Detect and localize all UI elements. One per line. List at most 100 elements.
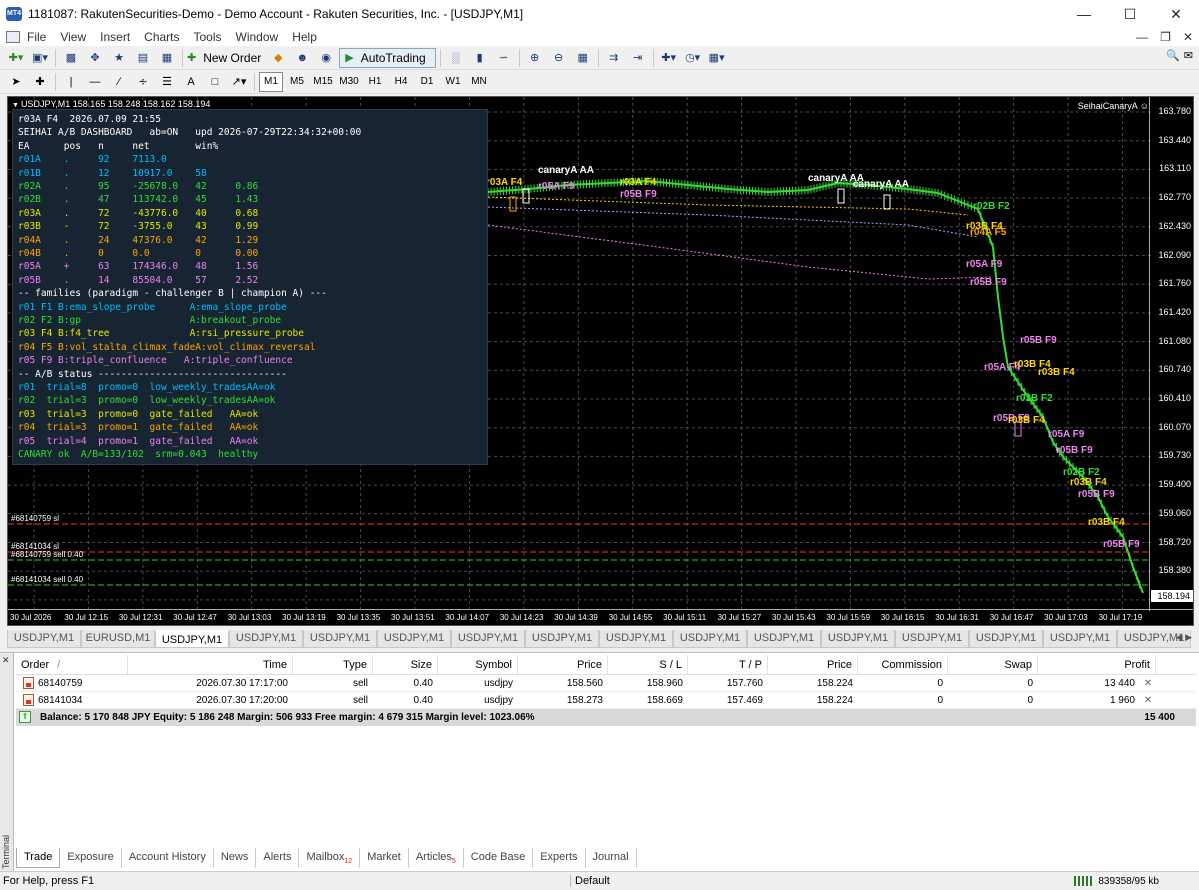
close-button[interactable]: ✕ <box>1153 0 1199 28</box>
column-header[interactable]: S / L <box>608 655 688 674</box>
chart-annotation[interactable]: r03A F4 <box>620 177 656 188</box>
chart-tab[interactable]: USDJPY,M1 <box>7 630 81 648</box>
candlestick-icon[interactable]: ▮ <box>469 48 491 68</box>
close-order-icon[interactable]: ✕ <box>1140 692 1156 708</box>
bar-chart-icon[interactable]: ░ <box>445 48 467 68</box>
new-order-button[interactable]: ✚ New Order <box>187 48 265 68</box>
chart-tab[interactable]: USDJPY,M1 <box>821 630 895 648</box>
chart-annotation[interactable]: r05A F9 <box>1048 429 1084 440</box>
crosshair-icon[interactable]: ✚ <box>29 72 51 92</box>
chart-tab[interactable]: USDJPY,M1 <box>451 630 525 648</box>
chart-tab[interactable]: USDJPY,M1 <box>895 630 969 648</box>
order-line-label[interactable]: #68140759 sl <box>11 514 59 523</box>
chart-tab[interactable]: USDJPY,M1 <box>303 630 377 648</box>
table-row[interactable]: 68141034 2026.07.30 17:20:00 sell 0.40 usdjp… <box>16 692 1196 709</box>
terminal-tab-experts[interactable]: Experts <box>533 848 586 868</box>
periods-icon[interactable]: ◷▾ <box>682 48 704 68</box>
chart-annotation[interactable]: canaryA AA <box>538 165 594 176</box>
data-window-icon[interactable]: ✥ <box>84 48 106 68</box>
timeframe-m15[interactable]: M15 <box>311 72 335 92</box>
profiles-icon[interactable]: ▣▾ <box>29 48 51 68</box>
zoom-in-icon[interactable]: ⊕ <box>524 48 546 68</box>
menu-file[interactable]: File <box>20 30 53 44</box>
label-icon[interactable]: □ <box>204 72 226 92</box>
chart-tab[interactable]: USDJPY,M1 <box>969 630 1043 648</box>
timeframe-m1[interactable]: M1 <box>259 71 283 92</box>
templates-icon[interactable]: ▦▾ <box>706 48 728 68</box>
chart-tab[interactable]: USDJPY,M1 <box>673 630 747 648</box>
chart-annotation[interactable]: r05B F9 <box>1078 489 1115 500</box>
column-header[interactable]: Order / <box>16 655 128 674</box>
navigator-icon[interactable]: ★ <box>108 48 130 68</box>
column-header[interactable]: Size <box>373 655 438 674</box>
menu-charts[interactable]: Charts <box>137 30 186 44</box>
chart-window[interactable]: ▼ USDJPY,M1 158.165 158.248 158.162 158.1… <box>7 96 1194 626</box>
terminal-tab-news[interactable]: News <box>214 848 257 868</box>
column-header[interactable]: Commission <box>858 655 948 674</box>
metaeditor-icon[interactable]: ◆ <box>267 48 289 68</box>
column-header[interactable]: Time <box>128 655 293 674</box>
chart-annotation[interactable]: r05B F9 <box>620 189 657 200</box>
terminal-tab-journal[interactable]: Journal <box>586 848 637 868</box>
chat-icon[interactable]: ✉ <box>1184 49 1193 62</box>
terminal-close-icon[interactable]: ✕ <box>2 655 10 666</box>
chart-shift-icon[interactable]: ⇥ <box>627 48 649 68</box>
timeframe-h4[interactable]: H4 <box>389 72 413 92</box>
balance-row[interactable]: ⇑ Balance: 5 170 848 JPY Equity: 5 186 2… <box>16 709 1196 726</box>
mdi-restore-icon[interactable]: ❐ <box>1160 30 1171 44</box>
terminal-tab-alerts[interactable]: Alerts <box>256 848 300 868</box>
terminal-tab-exposure[interactable]: Exposure <box>60 848 122 868</box>
mdi-minimize-icon[interactable]: — <box>1136 30 1148 44</box>
timeframe-mn[interactable]: MN <box>467 72 491 92</box>
chart-tab[interactable]: USDJPY,M1 <box>1043 630 1117 648</box>
column-header[interactable]: Type <box>293 655 373 674</box>
terminal-tab-market[interactable]: Market <box>360 848 409 868</box>
chart-tab[interactable]: USDJPY,M1 <box>525 630 599 648</box>
column-header[interactable]: Symbol <box>438 655 518 674</box>
arrows-icon[interactable]: ↗▾ <box>228 72 250 92</box>
menu-insert[interactable]: Insert <box>93 30 137 44</box>
timeframe-m30[interactable]: M30 <box>337 72 361 92</box>
timeframe-m5[interactable]: M5 <box>285 72 309 92</box>
chart-annotation[interactable]: r03B F4 <box>1088 517 1125 528</box>
column-header[interactable]: Swap <box>948 655 1038 674</box>
timeframe-w1[interactable]: W1 <box>441 72 465 92</box>
status-profile[interactable]: Default <box>570 875 610 887</box>
line-chart-icon[interactable]: ∽ <box>493 48 515 68</box>
chart-annotation[interactable]: r03B F4 <box>1038 367 1075 378</box>
menu-window[interactable]: Window <box>229 30 286 44</box>
menu-tools[interactable]: Tools <box>187 30 229 44</box>
autotrading-button[interactable]: ▶ AutoTrading <box>339 47 436 68</box>
chart-annotation[interactable]: r05A F9 <box>538 181 574 192</box>
horizontal-line-icon[interactable]: — <box>84 72 106 92</box>
autoscroll-icon[interactable]: ⇉ <box>603 48 625 68</box>
terminal-tab-code-base[interactable]: Code Base <box>464 848 534 868</box>
mdi-close-icon[interactable]: ✕ <box>1183 30 1193 44</box>
chart-annotation[interactable]: r05B F9 <box>1056 445 1093 456</box>
column-header[interactable]: T / P <box>688 655 768 674</box>
chart-annotation[interactable]: r03B F4 <box>1008 415 1045 426</box>
broadcast-icon[interactable]: ◉ <box>315 48 337 68</box>
chart-tab[interactable]: USDJPY,M1 <box>229 630 303 648</box>
tester-icon[interactable]: ▦ <box>156 48 178 68</box>
close-order-icon[interactable]: ✕ <box>1140 675 1156 691</box>
chart-annotation[interactable]: r03A F4 <box>486 177 522 188</box>
trendline-icon[interactable]: ∕ <box>108 72 130 92</box>
vertical-line-icon[interactable]: | <box>60 72 82 92</box>
order-line-label[interactable]: #68141034 sell 0.40 <box>11 575 83 584</box>
chart-annotation[interactable]: r03B F4 <box>1070 477 1107 488</box>
indicators-icon[interactable]: ✚▾ <box>658 48 680 68</box>
search-icon[interactable]: 🔍 <box>1166 49 1180 62</box>
terminal-tab-articles[interactable]: Articles5 <box>409 848 464 868</box>
cursor-icon[interactable]: ➤ <box>5 72 27 92</box>
text-icon[interactable]: A <box>180 72 202 92</box>
signals-icon[interactable]: ☻ <box>291 48 313 68</box>
chart-tab[interactable]: EURUSD,M1 <box>81 630 155 648</box>
column-header[interactable]: Price <box>518 655 608 674</box>
tile-windows-icon[interactable]: ▦ <box>572 48 594 68</box>
chart-annotation[interactable]: r02B F2 <box>1016 393 1053 404</box>
time-axis[interactable]: 30 Jul 2026 30 Jul 12:15 30 Jul 12:31 30 Ju… <box>8 609 1193 625</box>
zoom-out-icon[interactable]: ⊖ <box>548 48 570 68</box>
menu-help[interactable]: Help <box>285 30 324 44</box>
chart-annotation[interactable]: r05B F9 <box>1020 335 1057 346</box>
